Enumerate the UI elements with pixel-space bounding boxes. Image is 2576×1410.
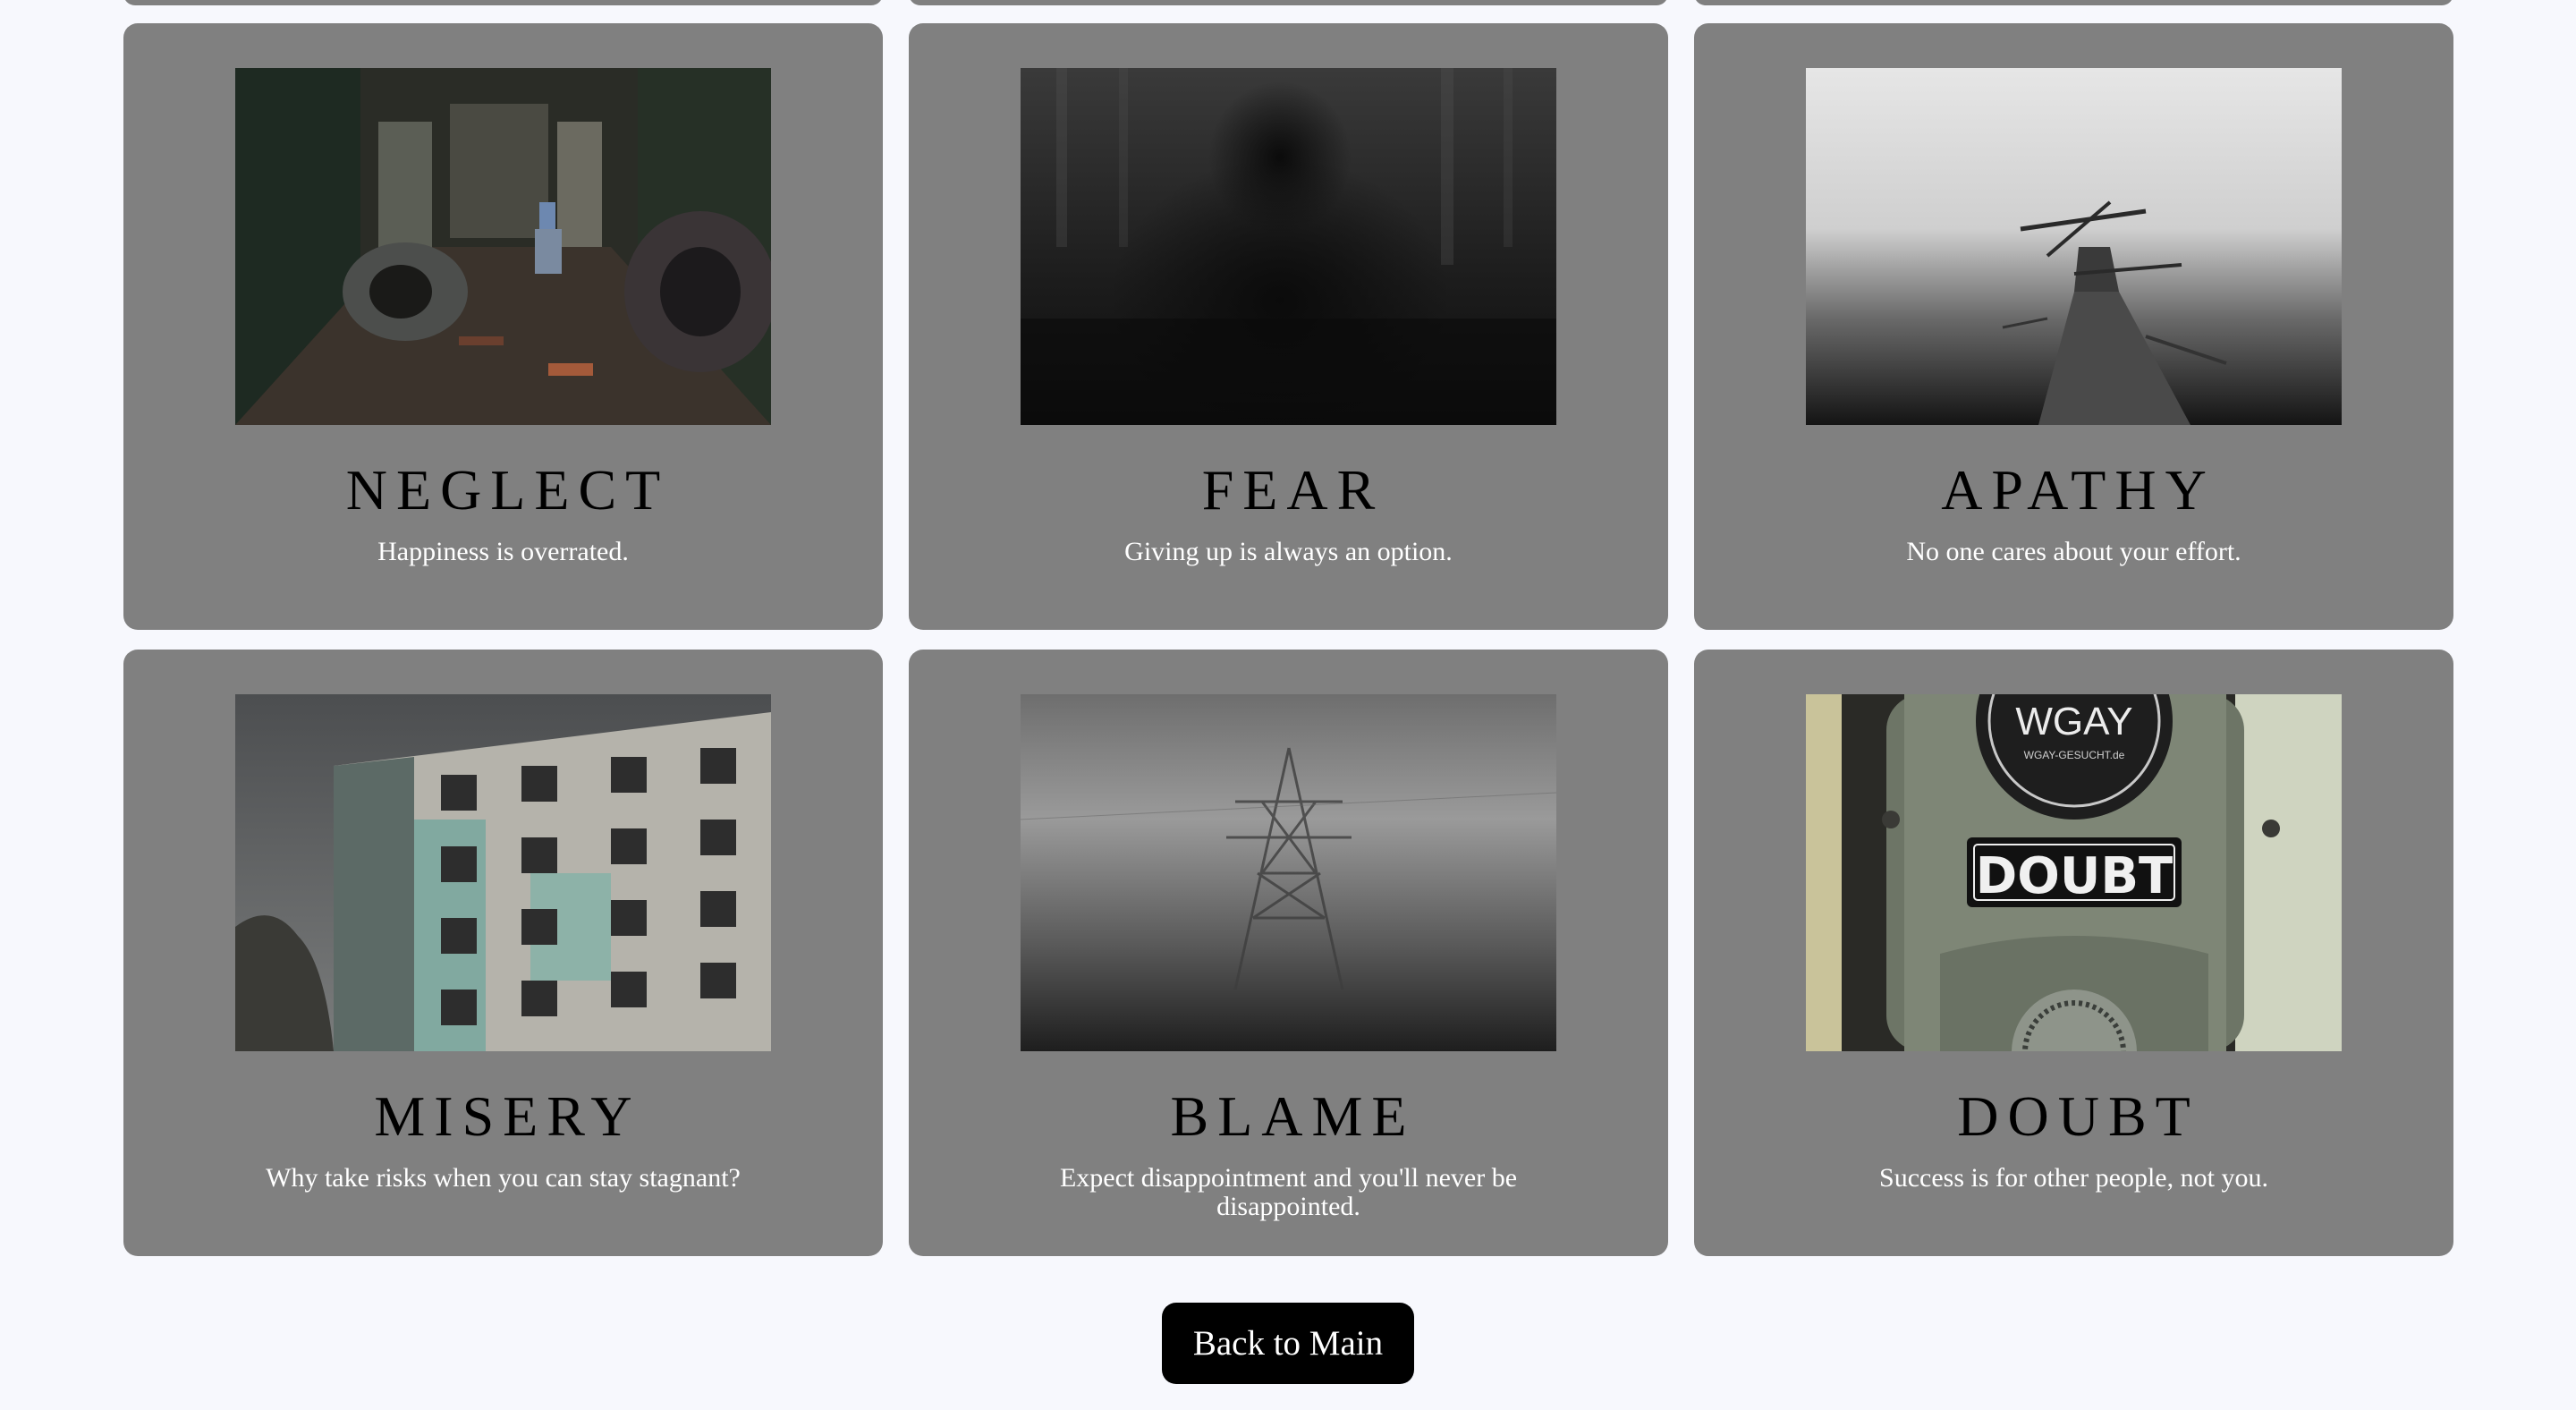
card-misery: MISERY Why take risks when you can stay … [123, 650, 883, 1256]
card-title: APATHY [1941, 458, 2216, 522]
back-to-main-button[interactable]: Back to Main [1162, 1303, 1414, 1384]
card-fear: FEAR Giving up is always an option. [909, 23, 1668, 630]
sticker-top-text: WGAY [2015, 700, 2132, 743]
card-neglect: NEGLECT Happiness is overrated. [123, 23, 883, 630]
ruined-building-photo [235, 694, 771, 1051]
previous-card-edge [123, 0, 883, 5]
card-tagline: Expect disappointment and you'll never b… [1059, 1163, 1518, 1221]
broken-pier-fog-photo [1806, 68, 2342, 425]
card-apathy: APATHY No one cares about your effort. [1694, 23, 2453, 630]
card-title: DOUBT [1957, 1084, 2199, 1148]
shadow-figure-photo [1021, 68, 1556, 425]
abandoned-factory-photo [235, 68, 771, 425]
previous-card-edge [909, 0, 1668, 5]
card-doubt: WGAY WGAY-GESUCHT.de DOUBT DOUBT Success… [1694, 650, 2453, 1256]
card-tagline: No one cares about your effort. [1906, 537, 2241, 566]
doubt-sticker-photo: WGAY WGAY-GESUCHT.de DOUBT [1806, 694, 2342, 1051]
card-title: NEGLECT [345, 458, 670, 522]
sticker-sub-text: WGAY-GESUCHT.de [2024, 749, 2125, 761]
sticker-main-text: DOUBT [1976, 847, 2173, 905]
card-tagline: Giving up is always an option. [1124, 537, 1453, 566]
power-pylon-fog-photo [1021, 694, 1556, 1051]
card-title: MISERY [374, 1084, 641, 1148]
cards-grid: NEGLECT Happiness is overrated. FEAR Giv… [123, 23, 2453, 1258]
card-blame: BLAME Expect disappointment and you'll n… [909, 650, 1668, 1256]
card-tagline: Success is for other people, not you. [1879, 1163, 2268, 1193]
card-tagline: Happiness is overrated. [377, 537, 629, 566]
previous-card-edge [1694, 0, 2453, 5]
card-title: BLAME [1170, 1084, 1416, 1148]
card-title: FEAR [1201, 458, 1385, 522]
card-tagline: Why take risks when you can stay stagnan… [266, 1163, 741, 1193]
previous-row-cards [123, 0, 2453, 5]
